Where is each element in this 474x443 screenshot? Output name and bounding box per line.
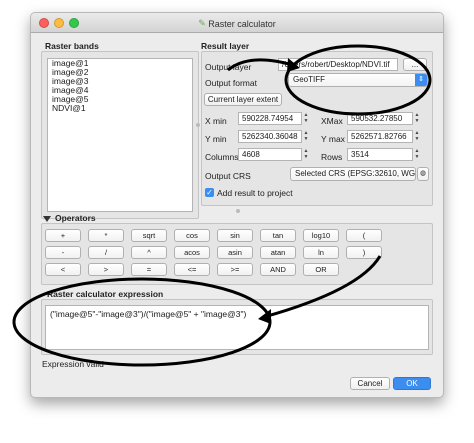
current-layer-extent-button[interactable]: Current layer extent [204,93,282,106]
xmax-field[interactable]: 590532.27850 [347,112,413,125]
operator-button[interactable]: sin [217,229,253,242]
xmax-label: XMax [321,116,343,126]
crs-selector-globe-icon[interactable]: ◍ [417,167,429,181]
ok-button[interactable]: OK [393,377,431,390]
maximize-window-button[interactable] [69,18,79,28]
output-format-value: GeoTIFF [293,75,326,84]
operators-title: Operators [55,213,96,223]
add-result-checkbox[interactable]: ✓ [205,188,214,197]
operator-button[interactable]: atan [260,246,296,259]
rows-stepper-icon[interactable]: ▲ ▼ [413,148,421,161]
rows-field[interactable]: 3514 [347,148,413,161]
chevron-updown-icon: ⇕ [415,74,427,86]
ymin-stepper-icon[interactable]: ▲ ▼ [302,130,310,143]
output-layer-label: Output layer [205,62,252,72]
splitter-handle[interactable] [196,123,200,127]
expression-status: Expression valid [42,359,104,369]
browse-button[interactable]: ... [403,58,427,71]
output-crs-label: Output CRS [205,171,251,181]
xmin-stepper-icon[interactable]: ▲ ▼ [302,112,310,125]
operator-button[interactable]: - [45,246,81,259]
add-result-label: Add result to project [217,188,293,198]
close-window-button[interactable] [39,18,49,28]
raster-bands-title: Raster bands [45,41,99,51]
collapse-triangle-icon [43,215,51,222]
output-format-label: Output format [205,78,257,88]
raster-bands-list[interactable]: image@1 image@2 image@3 image@4 image@5 NDVI@… [47,58,193,212]
ymax-stepper-icon[interactable]: ▲ ▼ [413,130,421,143]
operator-button[interactable]: ) [346,246,382,259]
xmin-field[interactable]: 590228.74954 [238,112,302,125]
columns-label: Columns [205,152,239,162]
expression-title: Raster calculator expression [47,289,164,299]
ymin-field[interactable]: 5262340.36048 [238,130,302,143]
operator-button[interactable]: ln [303,246,339,259]
calculator-app-icon: ✎ [198,18,206,28]
operator-button[interactable]: log10 [303,229,339,242]
raster-band-item[interactable]: NDVI@1 [48,104,192,113]
expression-text: ("image@5"-"image@3")/("image@5" + "imag… [50,309,247,319]
operator-button[interactable]: + [45,229,81,242]
operator-button[interactable]: acos [174,246,210,259]
operators-header[interactable]: Operators [43,213,96,223]
columns-stepper-icon[interactable]: ▲ ▼ [302,148,310,161]
operator-button[interactable]: > [88,263,124,276]
expression-editor[interactable]: ("image@5"-"image@3")/("image@5" + "imag… [45,305,429,350]
operator-button[interactable]: <= [174,263,210,276]
xmax-stepper-icon[interactable]: ▲ ▼ [413,112,421,125]
window-title: Raster calculator [208,18,276,29]
ymax-field[interactable]: 5262571.82766 [347,130,413,143]
operator-button[interactable]: ( [346,229,382,242]
output-crs-value: Selected CRS (EPSG:32610, WG [295,169,416,178]
raster-calculator-window: ✎ Raster calculator Raster bands image@1… [30,12,444,398]
operator-button[interactable]: / [88,246,124,259]
result-layer-title: Result layer [201,41,250,51]
output-crs-select[interactable]: Selected CRS (EPSG:32610, WG [290,167,416,181]
xmin-label: X min [205,116,227,126]
columns-field[interactable]: 4608 [238,148,302,161]
output-layer-field[interactable]: /Users/robert/Desktop/NDVI.tif [278,58,398,71]
vertical-splitter-handle[interactable] [236,209,240,213]
ymin-label: Y min [205,134,227,144]
title-bar: ✎ Raster calculator [31,13,443,33]
output-format-select[interactable]: GeoTIFF ⇕ [288,73,428,87]
operator-button[interactable]: sqrt [131,229,167,242]
operator-button[interactable]: < [45,263,81,276]
operator-button[interactable]: asin [217,246,253,259]
minimize-window-button[interactable] [54,18,64,28]
operator-button[interactable]: >= [217,263,253,276]
operator-button[interactable]: tan [260,229,296,242]
ymax-label: Y max [321,134,345,144]
operator-button[interactable]: OR [303,263,339,276]
operator-button[interactable]: = [131,263,167,276]
rows-label: Rows [321,152,343,162]
operator-button[interactable]: ^ [131,246,167,259]
cancel-button[interactable]: Cancel [350,377,390,390]
operator-button[interactable]: * [88,229,124,242]
operator-button[interactable]: cos [174,229,210,242]
operator-button[interactable]: AND [260,263,296,276]
